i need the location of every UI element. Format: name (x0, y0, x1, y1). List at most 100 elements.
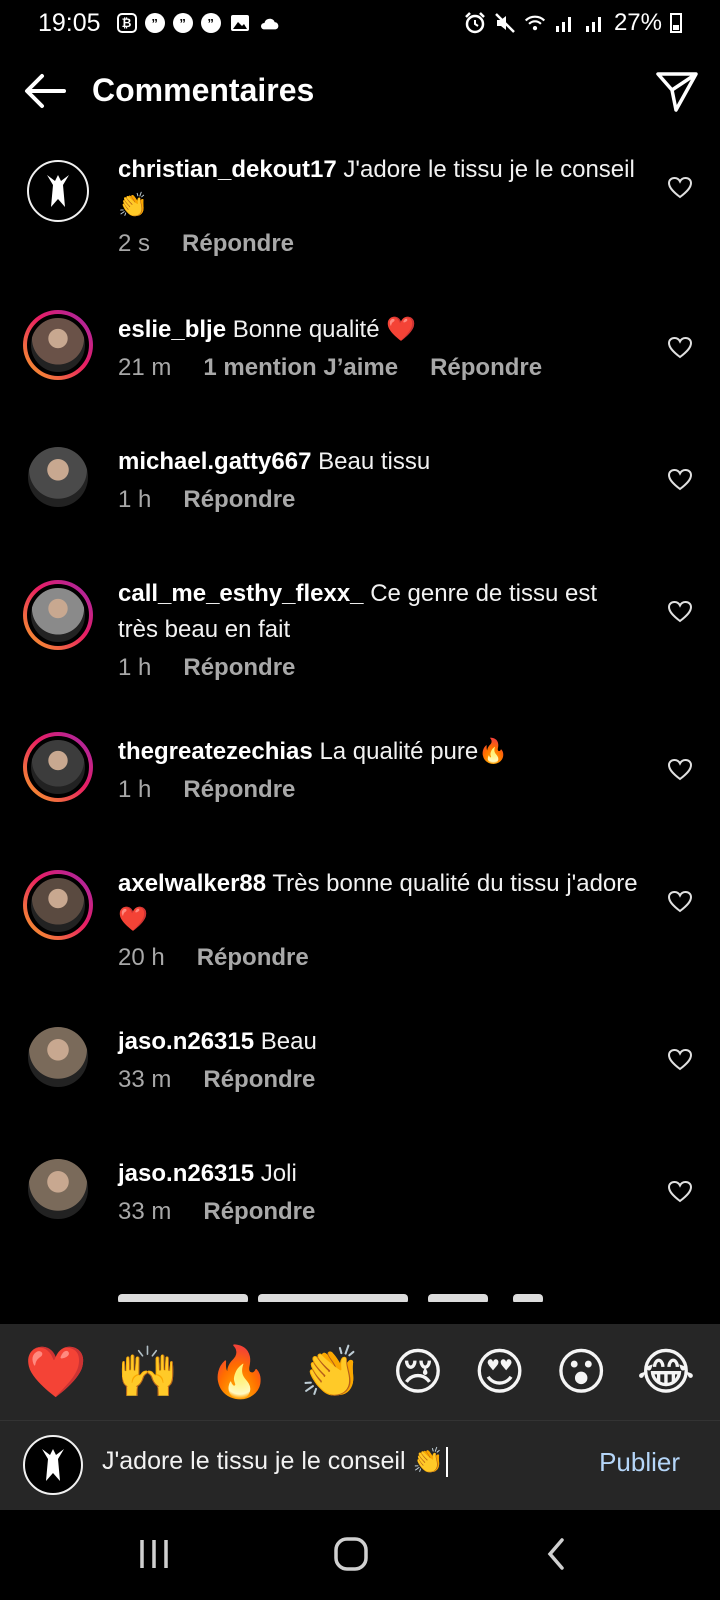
like-comment-button[interactable] (667, 336, 693, 360)
heart-outline-icon (667, 336, 693, 359)
publish-button[interactable]: Publier (599, 1447, 680, 1478)
comment-meta: 20 h Répondre (118, 944, 309, 972)
avatar-button[interactable] (23, 580, 93, 650)
comment-time: 33 m (118, 1066, 172, 1093)
status-bar: 19:05 ₿ ” ” ” 27% (0, 0, 720, 46)
avatar-button[interactable] (23, 1022, 93, 1092)
share-button[interactable] (654, 68, 700, 114)
like-comment-button[interactable] (667, 600, 693, 624)
like-comment-button[interactable] (667, 1048, 693, 1072)
alarm-icon (464, 12, 486, 34)
comment-time: 21 m (118, 354, 172, 381)
comment-username[interactable]: christian_dekout17 (118, 156, 337, 183)
comment-username[interactable]: jaso.n26315 (118, 1028, 254, 1055)
comment-time: 20 h (118, 944, 165, 971)
comment-meta: 1 h Répondre (118, 776, 295, 804)
heart-outline-icon (667, 758, 693, 781)
comment-body: Bonne qualité ❤️ (232, 316, 417, 343)
comment-username[interactable]: michael.gatty667 (118, 448, 311, 475)
brand-logo-icon (42, 1449, 64, 1481)
home-icon (334, 1537, 368, 1571)
comment-body: Joli (260, 1160, 297, 1187)
reply-button[interactable]: Répondre (430, 354, 542, 382)
comment-time: 1 h (118, 776, 152, 803)
avatar-button[interactable] (23, 156, 93, 226)
comment-username[interactable]: axelwalker88 (118, 870, 266, 897)
header: Commentaires (0, 60, 720, 122)
wifi-icon (524, 12, 546, 34)
back-button[interactable] (22, 70, 68, 112)
comment-time: 1 h (118, 654, 152, 681)
comment-text: eslie_blje Bonne qualité ❤️ (118, 312, 638, 348)
like-comment-button[interactable] (667, 758, 693, 782)
avatar-button[interactable] (23, 732, 93, 802)
comment-text: axelwalker88 Très bonne qualité du tissu… (118, 866, 638, 938)
comment-meta: 2 s Répondre (118, 230, 294, 258)
like-comment-button[interactable] (667, 1180, 693, 1204)
comment-time: 2 s (118, 230, 151, 257)
current-user-avatar (23, 1435, 83, 1495)
avatar-button[interactable] (23, 310, 93, 380)
text-caret (445, 1447, 448, 1478)
comment-text: call_me_esthy_flexx_ Ce genre de tissu e… (118, 576, 638, 648)
comment-username[interactable]: jaso.n26315 (118, 1160, 254, 1187)
reply-button[interactable]: Répondre (203, 1198, 315, 1226)
avatar-button[interactable] (23, 442, 93, 512)
reply-button[interactable]: Répondre (183, 776, 295, 804)
battery-icon (670, 13, 682, 33)
nav-back-button[interactable] (528, 1532, 588, 1576)
quote-icon: ” (172, 13, 193, 33)
emoji-reaction-bar: ❤️ 🙌 🔥 👏 😢 😍 😮 😂 (0, 1324, 720, 1420)
emoji-reaction-button[interactable]: 😍 (474, 1342, 526, 1402)
like-comment-button[interactable] (667, 890, 693, 914)
quote-icon: ” (144, 13, 165, 33)
comment-username[interactable]: thegreatezechias (118, 738, 313, 765)
reply-button[interactable]: Répondre (183, 654, 295, 682)
bitcoin-app-icon: ₿ (116, 13, 137, 33)
status-time: 19:05 (38, 8, 101, 37)
reply-button[interactable]: Répondre (203, 1066, 315, 1094)
recent-apps-icon (140, 1540, 168, 1568)
emoji-reaction-button[interactable]: 🔥 (208, 1342, 270, 1402)
heart-outline-icon (667, 1048, 693, 1071)
heart-outline-icon (667, 600, 693, 623)
emoji-reaction-button[interactable]: 😂 (637, 1342, 695, 1402)
avatar-button[interactable] (23, 1154, 93, 1224)
emoji-reaction-button[interactable]: 🙌 (117, 1342, 179, 1402)
comment-meta: 1 h Répondre (118, 654, 295, 682)
reply-button[interactable]: Répondre (182, 230, 294, 258)
emoji-reaction-button[interactable]: ❤️ (25, 1342, 87, 1402)
comment-text: jaso.n26315 Beau (118, 1024, 638, 1060)
emoji-reaction-button[interactable]: 👏 (300, 1342, 362, 1402)
like-comment-button[interactable] (667, 176, 693, 200)
home-button[interactable] (320, 1532, 380, 1576)
avatar (27, 160, 89, 222)
heart-outline-icon (667, 468, 693, 491)
comment-text: thegreatezechias La qualité pure🔥 (118, 734, 638, 770)
comment-text: christian_dekout17 J'adore le tissu je l… (118, 152, 638, 224)
avatar (27, 584, 89, 646)
emoji-reaction-button[interactable]: 😢 (392, 1342, 444, 1402)
recent-apps-button[interactable] (124, 1532, 184, 1576)
emoji-reaction-button[interactable]: 😮 (555, 1342, 607, 1402)
avatar (27, 736, 89, 798)
avatar (28, 1159, 88, 1219)
comment-body: Beau (260, 1028, 317, 1055)
comment-text: michael.gatty667 Beau tissu (118, 444, 638, 480)
like-comment-button[interactable] (667, 468, 693, 492)
reply-button[interactable]: Répondre (197, 944, 309, 972)
page-title: Commentaires (92, 72, 315, 108)
signal-icon (584, 12, 606, 34)
comment-username[interactable]: call_me_esthy_flexx_ (118, 580, 364, 607)
heart-outline-icon (667, 890, 693, 913)
comment-username[interactable]: eslie_blje (118, 316, 226, 343)
cloud-icon (259, 12, 281, 34)
comment-likes-count[interactable]: 1 mention J’aime (203, 354, 398, 382)
avatar-button[interactable] (23, 870, 93, 940)
avatar (27, 874, 89, 936)
mute-icon (494, 12, 516, 34)
comment-input[interactable]: J'adore le tissu je le conseil 👏 (102, 1447, 448, 1478)
reply-button[interactable]: Répondre (183, 486, 295, 514)
send-icon (656, 72, 698, 112)
heart-outline-icon (667, 176, 693, 199)
